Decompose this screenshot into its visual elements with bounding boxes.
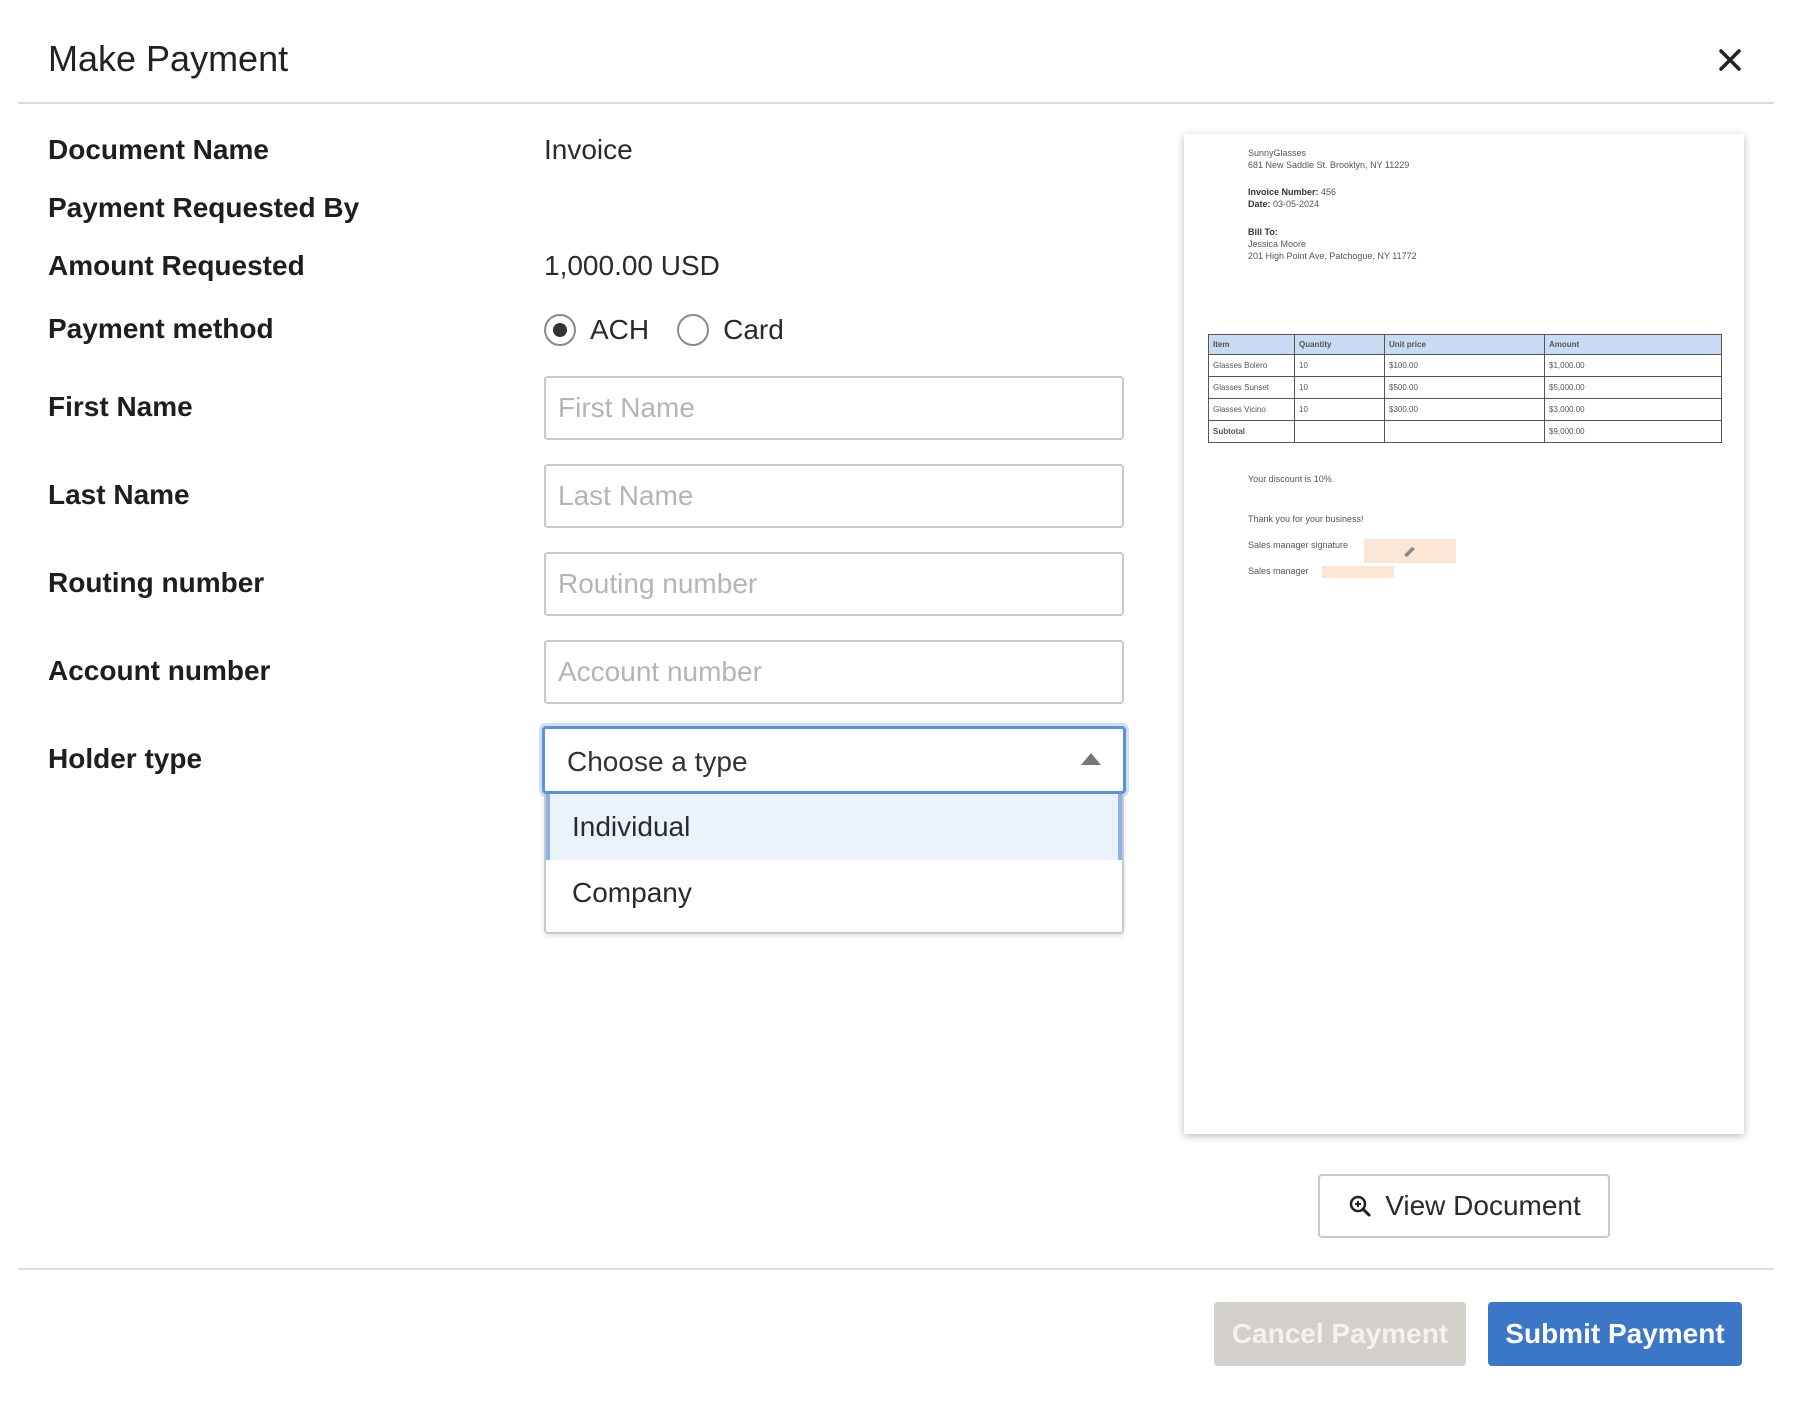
last-name-input[interactable] [544,464,1124,528]
caret-up-icon [1081,753,1101,765]
doc-table-row: Glasses Vicino 10 $300.00 $3,000.00 [1208,398,1722,421]
cancel-payment-button[interactable]: Cancel Payment [1214,1302,1466,1366]
doc-table-cell: 10 [1294,398,1385,421]
payment-method-label: Payment method [48,313,274,344]
doc-bill-to-name: Jessica Moore [1248,239,1307,249]
routing-number-label: Routing number [48,567,265,598]
holder-type-select[interactable]: Choose a type [542,726,1126,794]
signature-pen-icon [1404,547,1415,557]
doc-table-cell: $5,000.00 [1544,376,1722,399]
close-icon[interactable] [1708,38,1752,82]
doc-invoice-number-label: Invoice Number: [1248,187,1319,197]
payment-method-radio-group: ACH Card [544,308,812,352]
footer-divider [18,1268,1774,1270]
routing-number-input[interactable] [544,552,1124,616]
doc-table-cell: $300.00 [1384,398,1545,421]
doc-table-row: Glasses Bolero 10 $100.00 $1,000.00 [1208,354,1722,377]
doc-table-cell: 10 [1294,376,1385,399]
doc-table-cell [1384,420,1545,443]
holder-type-option-individual[interactable]: Individual [546,794,1122,860]
doc-table-cell: $500.00 [1384,376,1545,399]
doc-table-header-row: Item Quantity Unit price Amount [1208,334,1722,355]
first-name-input[interactable] [544,376,1124,440]
make-payment-dialog: Make Payment Document Name Invoice Payme… [0,0,1796,1418]
zoom-in-icon [1349,1195,1371,1217]
requested-by-label: Payment Requested By [48,192,360,223]
doc-company-address: 681 New Saddle St. Brooklyn, NY 11229 [1248,160,1410,170]
view-document-button[interactable]: View Document [1318,1174,1610,1238]
document-name-value: Invoice [544,134,633,165]
doc-invoice-number-row: Invoice Number: 456 [1248,187,1336,197]
doc-table-header: Item [1208,334,1295,355]
doc-bill-to-address: 201 High Point Ave, Patchogue, NY 11772 [1248,251,1417,261]
document-preview[interactable]: SunnyGlasses 681 New Saddle St. Brooklyn… [1184,134,1744,1134]
doc-invoice-number: 456 [1321,187,1337,197]
doc-table-row: Subtotal $9,000.00 [1208,420,1722,443]
ach-radio-label[interactable]: ACH [590,314,649,346]
doc-table-cell: Subtotal [1208,420,1295,443]
doc-table-row: Glasses Sunset 10 $500.00 $5,000.00 [1208,376,1722,399]
amount-requested-label: Amount Requested [48,250,305,281]
holder-type-selected-value: Choose a type [567,746,748,777]
doc-manager-label: Sales manager [1248,566,1309,576]
doc-signature-label: Sales manager signature [1248,540,1349,550]
doc-table-cell: $3,000.00 [1544,398,1722,421]
last-name-label: Last Name [48,479,190,510]
account-number-label: Account number [48,655,271,686]
doc-table-header: Unit price [1384,334,1545,355]
doc-table-cell: 10 [1294,354,1385,377]
doc-table-cell: $9,000.00 [1544,420,1722,443]
holder-type-dropdown: Individual Company [544,794,1124,934]
doc-table-cell: Glasses Vicino [1208,398,1295,421]
first-name-label: First Name [48,391,193,422]
ach-radio[interactable] [544,314,576,346]
amount-requested-value: 1,000.00 USD [544,250,720,281]
card-radio[interactable] [677,314,710,346]
doc-table-header: Quantity [1294,334,1385,355]
holder-type-label: Holder type [48,743,203,774]
doc-bill-to-label: Bill To: [1248,227,1278,237]
doc-table-header: Amount [1544,334,1722,355]
dialog-title: Make Payment [48,38,289,79]
holder-type-option-company[interactable]: Company [546,860,1122,926]
account-number-input[interactable] [544,640,1124,704]
doc-invoice-table: Item Quantity Unit price Amount Glasses … [1208,334,1722,443]
submit-payment-button[interactable]: Submit Payment [1488,1302,1742,1366]
doc-date-label: Date: [1248,199,1271,209]
doc-signature-field [1364,539,1456,563]
doc-table-cell: $100.00 [1384,354,1545,377]
dialog-header: Make Payment [18,0,1774,104]
doc-manager-field [1322,566,1394,578]
doc-date: 03-05-2024 [1273,199,1320,209]
document-name-label: Document Name [48,134,269,165]
card-radio-label[interactable]: Card [723,314,784,346]
doc-company-name: SunnyGlasses [1248,148,1307,158]
doc-discount-text: Your discount is 10%. [1248,474,1335,484]
doc-date-row: Date: 03-05-2024 [1248,199,1319,209]
doc-table-cell: $1,000.00 [1544,354,1722,377]
view-document-label: View Document [1385,1190,1581,1221]
doc-table-cell [1294,420,1385,443]
doc-table-cell: Glasses Sunset [1208,376,1295,399]
doc-table-cell: Glasses Bolero [1208,354,1295,377]
doc-thanks-text: Thank you for your business! [1248,514,1364,524]
